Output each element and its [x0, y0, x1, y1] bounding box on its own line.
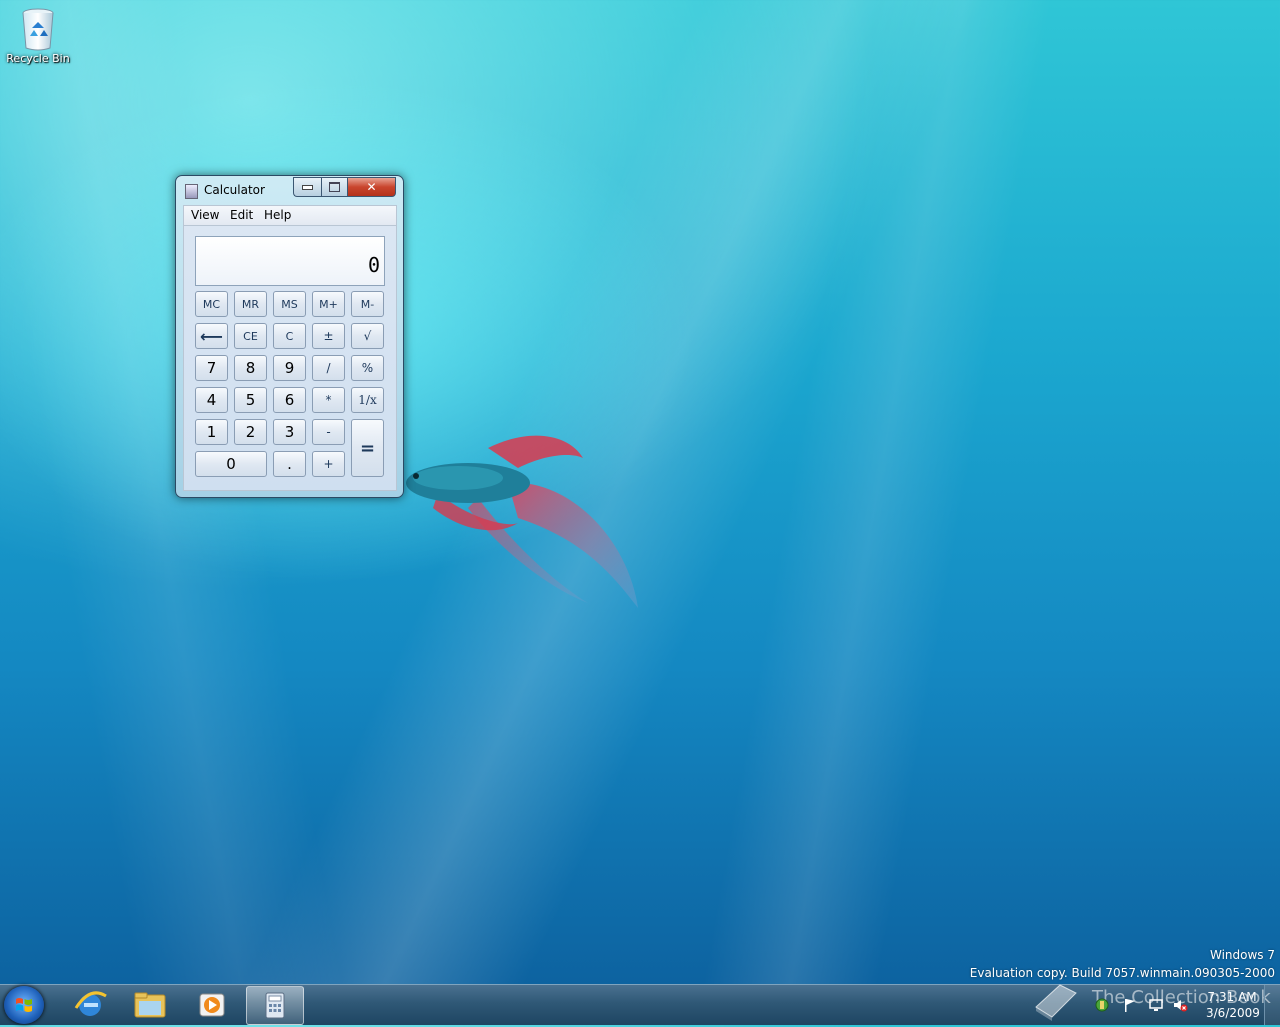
key-sqrt[interactable]: √ [351, 323, 384, 349]
key-subtract[interactable]: - [312, 419, 345, 445]
key-m-minus[interactable]: M- [351, 291, 384, 317]
recycle-bin-icon [18, 6, 58, 52]
menu-bar: View Edit Help [183, 205, 397, 225]
show-desktop-button[interactable] [1264, 985, 1280, 1025]
key-divide[interactable]: / [312, 355, 345, 381]
windows-explorer-icon [134, 992, 166, 1018]
clock-date: 3/6/2009 [1206, 1006, 1260, 1020]
network-tray-icon[interactable] [1094, 997, 1110, 1013]
window-title: Calculator [204, 183, 265, 197]
key-4[interactable]: 4 [195, 387, 228, 413]
key-negate[interactable]: ± [312, 323, 345, 349]
media-player-icon [199, 993, 225, 1017]
key-5[interactable]: 5 [234, 387, 267, 413]
maximize-icon [329, 182, 340, 192]
menu-help[interactable]: Help [264, 208, 291, 222]
calculator-display: 0 [195, 236, 385, 286]
key-equals[interactable]: = [351, 419, 384, 477]
taskbar-media-player[interactable] [184, 986, 240, 1023]
key-decimal[interactable]: . [273, 451, 306, 477]
key-mr[interactable]: MR [234, 291, 267, 317]
display-value: 0 [367, 253, 380, 277]
taskbar-calculator[interactable] [246, 986, 304, 1025]
minimize-button[interactable] [293, 177, 321, 197]
taskbar-internet-explorer[interactable] [62, 986, 118, 1023]
key-m-plus[interactable]: M+ [312, 291, 345, 317]
key-reciprocal[interactable]: 1/x [351, 387, 384, 413]
taskbar: The Collection Book 7:31 AM 3/6/2009 [0, 984, 1280, 1025]
key-7[interactable]: 7 [195, 355, 228, 381]
close-button[interactable]: ✕ [347, 177, 396, 197]
key-ce[interactable]: CE [234, 323, 267, 349]
display-tray-icon[interactable] [1148, 997, 1164, 1013]
evaluation-watermark: Windows 7 Evaluation copy. Build 7057.wi… [970, 946, 1275, 982]
key-add[interactable]: + [312, 451, 345, 477]
windows-logo-icon [16, 998, 32, 1012]
key-2[interactable]: 2 [234, 419, 267, 445]
key-c[interactable]: C [273, 323, 306, 349]
watermark-book-logo [1035, 984, 1077, 1021]
menu-edit[interactable]: Edit [230, 208, 253, 222]
title-bar[interactable]: Calculator ✕ [176, 176, 403, 204]
calculator-body: 0 MC MR MS M+ M- ⟵ CE C ± √ 7 8 9 / % 4 … [183, 225, 397, 491]
key-6[interactable]: 6 [273, 387, 306, 413]
key-percent[interactable]: % [351, 355, 384, 381]
key-ms[interactable]: MS [273, 291, 306, 317]
start-button[interactable] [4, 986, 44, 1024]
taskbar-windows-explorer[interactable] [122, 986, 178, 1023]
menu-view[interactable]: View [191, 208, 219, 222]
maximize-button[interactable] [321, 177, 347, 197]
calculator-app-icon [185, 184, 198, 199]
key-0[interactable]: 0 [195, 451, 267, 477]
key-8[interactable]: 8 [234, 355, 267, 381]
watermark-build: Evaluation copy. Build 7057.winmain.0903… [969, 966, 1275, 980]
minimize-icon [302, 184, 313, 190]
desktop-icon-recycle-bin[interactable]: Recycle Bin [4, 6, 72, 65]
desktop-icon-label: Recycle Bin [6, 52, 70, 65]
clock-time: 7:31 AM [1207, 990, 1257, 1004]
key-mc[interactable]: MC [195, 291, 228, 317]
action-center-flag-icon[interactable] [1122, 997, 1138, 1013]
key-1[interactable]: 1 [195, 419, 228, 445]
internet-explorer-icon [74, 991, 107, 1016]
fish-wallpaper-image [406, 435, 638, 608]
watermark-os-name: Windows 7 [1209, 948, 1275, 962]
calculator-icon [265, 992, 285, 1019]
close-icon: ✕ [366, 180, 377, 194]
key-multiply[interactable]: * [312, 387, 345, 413]
key-backspace[interactable]: ⟵ [195, 323, 228, 349]
volume-muted-icon[interactable] [1172, 997, 1188, 1013]
system-clock[interactable]: 7:31 AM 3/6/2009 [1206, 989, 1260, 1021]
key-9[interactable]: 9 [273, 355, 306, 381]
calculator-window[interactable]: Calculator ✕ View Edit Help 0 MC MR MS M… [175, 175, 404, 498]
key-3[interactable]: 3 [273, 419, 306, 445]
